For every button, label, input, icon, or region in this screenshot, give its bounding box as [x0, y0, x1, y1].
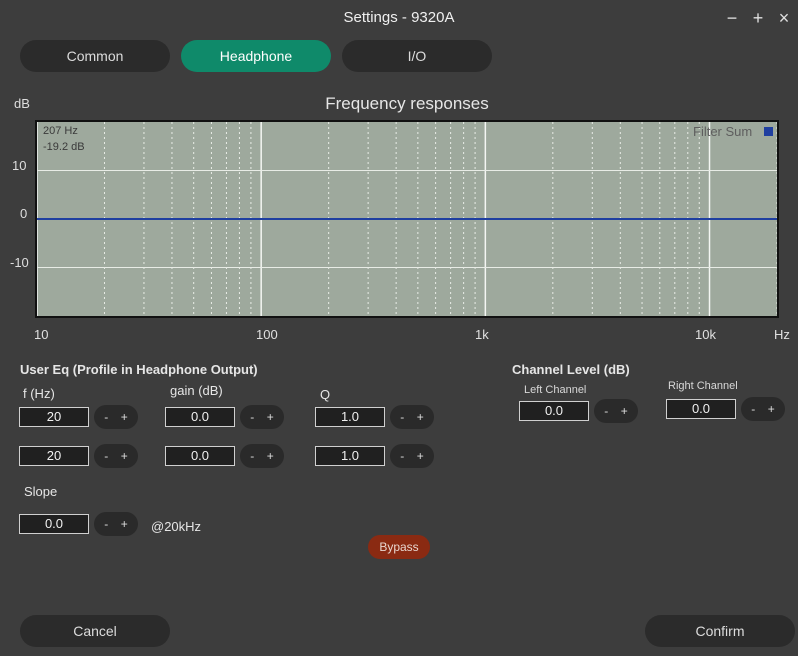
decrement-button[interactable]: -: [604, 404, 608, 418]
increment-button[interactable]: +: [121, 410, 128, 424]
tab-headphone[interactable]: Headphone: [181, 40, 331, 72]
confirm-button[interactable]: Confirm: [645, 615, 795, 647]
increment-button[interactable]: +: [621, 404, 628, 418]
increment-button[interactable]: +: [121, 449, 128, 463]
decrement-button[interactable]: -: [104, 517, 108, 531]
close-button[interactable]: ×: [774, 8, 794, 28]
x-tick-label: 10k: [695, 327, 716, 342]
right-channel-field[interactable]: 0.0: [666, 399, 736, 419]
plot-canvas: [37, 122, 777, 316]
eq2-q-field[interactable]: 1.0: [315, 446, 385, 466]
minimize-button[interactable]: −: [722, 8, 742, 28]
eq2-q-stepper[interactable]: - +: [390, 444, 434, 468]
left-channel-field[interactable]: 0.0: [519, 401, 589, 421]
y-tick-label: 10: [12, 158, 27, 173]
cancel-button[interactable]: Cancel: [20, 615, 170, 647]
eq2-gain-field[interactable]: 0.0: [165, 446, 235, 466]
increment-button[interactable]: +: [768, 402, 775, 416]
slope-field[interactable]: 0.0: [19, 514, 89, 534]
eq1-frequency-stepper[interactable]: - +: [94, 405, 138, 429]
window-title: Settings - 9320A: [343, 9, 455, 26]
eq2-frequency-field[interactable]: 20: [19, 446, 89, 466]
readout-level: -19.2 dB: [43, 141, 85, 153]
decrement-button[interactable]: -: [104, 449, 108, 463]
decrement-button[interactable]: -: [250, 449, 254, 463]
legend-label: Filter Sum: [693, 124, 753, 139]
eq1-q-field[interactable]: 1.0: [315, 407, 385, 427]
x-tick-label: 1k: [475, 327, 489, 342]
decrement-button[interactable]: -: [104, 410, 108, 424]
readout-frequency: 207 Hz: [43, 125, 78, 137]
eq1-q-stepper[interactable]: - +: [390, 405, 434, 429]
slope-label: Slope: [24, 484, 58, 499]
eq1-gain-stepper[interactable]: - +: [240, 405, 284, 429]
left-channel-label: Left Channel: [524, 384, 587, 396]
slope-stepper[interactable]: - +: [94, 512, 138, 536]
gain-db-label: gain (dB): [170, 383, 223, 398]
bypass-button[interactable]: Bypass: [368, 535, 430, 559]
frequency-response-plot[interactable]: [35, 120, 779, 318]
eq1-frequency-field[interactable]: 20: [19, 407, 89, 427]
right-channel-stepper[interactable]: - +: [741, 397, 785, 421]
increment-button[interactable]: +: [417, 410, 424, 424]
decrement-button[interactable]: -: [751, 402, 755, 416]
user-eq-title: User Eq (Profile in Headphone Output): [20, 362, 258, 377]
left-channel-stepper[interactable]: - +: [594, 399, 638, 423]
increment-button[interactable]: +: [267, 410, 274, 424]
x-tick-label: 10: [34, 327, 49, 342]
f-hz-label: f (Hz): [23, 386, 55, 401]
eq1-gain-field[interactable]: 0.0: [165, 407, 235, 427]
eq2-frequency-stepper[interactable]: - +: [94, 444, 138, 468]
decrement-button[interactable]: -: [400, 410, 404, 424]
legend-swatch: [764, 127, 773, 136]
increment-button[interactable]: +: [267, 449, 274, 463]
slope-unit-label: @20kHz: [151, 519, 202, 534]
decrement-button[interactable]: -: [250, 410, 254, 424]
x-tick-label: 100: [256, 327, 278, 342]
x-axis-unit: Hz: [774, 327, 790, 342]
tab-common[interactable]: Common: [20, 40, 170, 72]
decrement-button[interactable]: -: [400, 449, 404, 463]
eq2-gain-stepper[interactable]: - +: [240, 444, 284, 468]
increment-button[interactable]: +: [121, 517, 128, 531]
q-label: Q: [320, 387, 331, 402]
increment-button[interactable]: +: [417, 449, 424, 463]
y-tick-label: 0: [20, 206, 28, 221]
maximize-button[interactable]: +: [748, 8, 768, 28]
chart-title: Frequency responses: [325, 94, 489, 113]
tab-io[interactable]: I/O: [342, 40, 492, 72]
right-channel-label: Right Channel: [668, 380, 738, 392]
y-tick-label: -10: [10, 255, 29, 270]
channel-level-title: Channel Level (dB): [512, 362, 630, 377]
